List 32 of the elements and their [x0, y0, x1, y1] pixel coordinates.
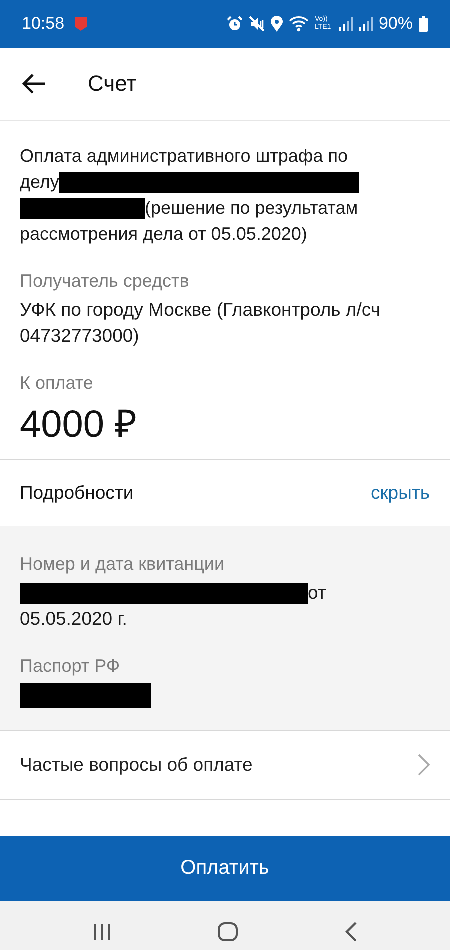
- field-value: 05.05.2020 г.: [20, 607, 128, 631]
- back-icon[interactable]: [344, 922, 358, 942]
- field-label: Паспорт РФ: [20, 655, 122, 678]
- field-label: Номер и дата квитанции: [20, 553, 226, 576]
- chevron-right-icon: [418, 754, 430, 776]
- recipient-value: УФК по городу Москве (Главконтроль л/сч 04732773000): [20, 298, 382, 348]
- alarm-icon: [226, 16, 243, 32]
- signal-icon: [358, 17, 373, 31]
- description-text: рассмотрения дела от 05.05.2020): [20, 223, 308, 246]
- hide-link[interactable]: скрыть: [370, 482, 430, 504]
- home-icon[interactable]: [216, 922, 239, 942]
- recipient-label: Получатель средств: [20, 270, 190, 293]
- amount-value: 4000 ₽: [20, 403, 138, 448]
- field-value: от: [308, 581, 326, 605]
- description-text: делу: [20, 171, 60, 194]
- details-title: Подробности: [20, 482, 134, 504]
- pay-button[interactable]: Оплатить: [0, 836, 450, 901]
- recent-apps-icon[interactable]: [92, 922, 112, 940]
- battery-icon: [419, 16, 428, 32]
- back-arrow-icon[interactable]: [22, 74, 46, 94]
- signal-icon: [338, 17, 353, 31]
- screen-title: Счет: [88, 71, 137, 97]
- notification-icon: [74, 17, 87, 31]
- amount-label: К оплате: [20, 372, 94, 395]
- description-text: (решение по результатам: [145, 197, 358, 220]
- battery-percent: 90%: [378, 14, 413, 34]
- description-text: Оплата административного штрафа по: [20, 145, 348, 168]
- faq-row[interactable]: Частые вопросы об оплате: [0, 730, 450, 800]
- location-icon: [270, 16, 283, 32]
- mute-icon: [248, 16, 265, 32]
- status-time: 10:58: [22, 14, 65, 34]
- wifi-icon: [288, 16, 309, 32]
